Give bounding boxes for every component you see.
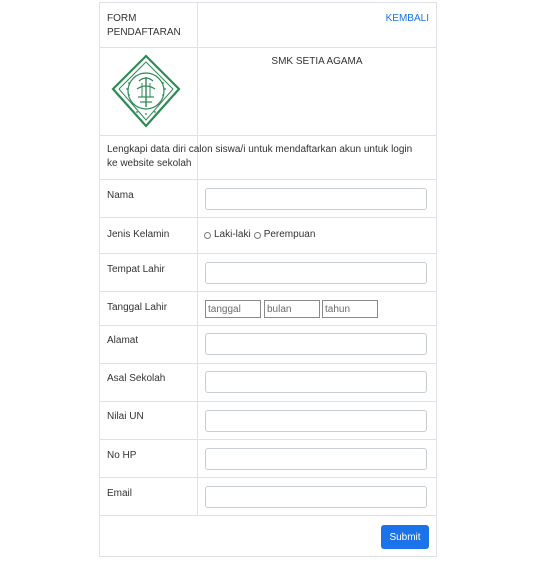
- registration-form: FORM PENDAFTARAN KEMBALI SMK SETIA AGAMA…: [99, 2, 437, 557]
- jenis-kelamin-label: Jenis Kelamin: [107, 229, 170, 240]
- back-link[interactable]: KEMBALI: [386, 12, 429, 26]
- submit-button[interactable]: Submit: [381, 525, 429, 549]
- no-hp-input[interactable]: [205, 448, 427, 470]
- tempat-lahir-label: Tempat Lahir: [107, 264, 165, 275]
- email-input[interactable]: [205, 486, 427, 508]
- row-divider: [100, 515, 436, 516]
- row-divider: [100, 363, 436, 364]
- laki-laki-radio[interactable]: [204, 231, 211, 239]
- row-divider: [100, 135, 436, 136]
- alamat-input[interactable]: [205, 333, 427, 355]
- laki-laki-label: Laki-laki: [214, 229, 251, 240]
- gender-radio-group: Laki-laki Perempuan: [204, 228, 318, 242]
- row-divider: [100, 325, 436, 326]
- row-divider: [100, 47, 436, 48]
- nilai-un-label: Nilai UN: [107, 411, 144, 422]
- asal-sekolah-input[interactable]: [205, 371, 427, 393]
- row-divider: [100, 291, 436, 292]
- page-title: FORM PENDAFTARAN: [107, 13, 181, 38]
- row-divider: [100, 253, 436, 254]
- perempuan-radio[interactable]: [253, 231, 261, 239]
- row-divider: [100, 179, 436, 180]
- asal-sekolah-label: Asal Sekolah: [107, 373, 166, 384]
- tanggal-lahir-label: Tanggal Lahir: [107, 302, 168, 313]
- school-emblem-icon: [111, 54, 181, 128]
- row-divider: [100, 401, 436, 402]
- tahun-input[interactable]: [322, 300, 378, 318]
- school-name: SMK SETIA AGAMA: [271, 56, 363, 67]
- row-divider: [100, 477, 436, 478]
- tanggal-input[interactable]: [205, 300, 261, 318]
- bulan-input[interactable]: [264, 300, 320, 318]
- perempuan-label: Perempuan: [263, 229, 316, 240]
- intro-text: Lengkapi data diri calon siswa/i untuk m…: [107, 144, 415, 169]
- tempat-lahir-input[interactable]: [205, 262, 427, 284]
- no-hp-label: No HP: [107, 450, 137, 461]
- nama-input[interactable]: [205, 188, 427, 210]
- alamat-label: Alamat: [107, 335, 139, 346]
- nama-label: Nama: [107, 190, 134, 201]
- email-label: Email: [107, 488, 133, 499]
- row-divider: [100, 439, 436, 440]
- row-divider: [100, 217, 436, 218]
- nilai-un-input[interactable]: [205, 410, 427, 432]
